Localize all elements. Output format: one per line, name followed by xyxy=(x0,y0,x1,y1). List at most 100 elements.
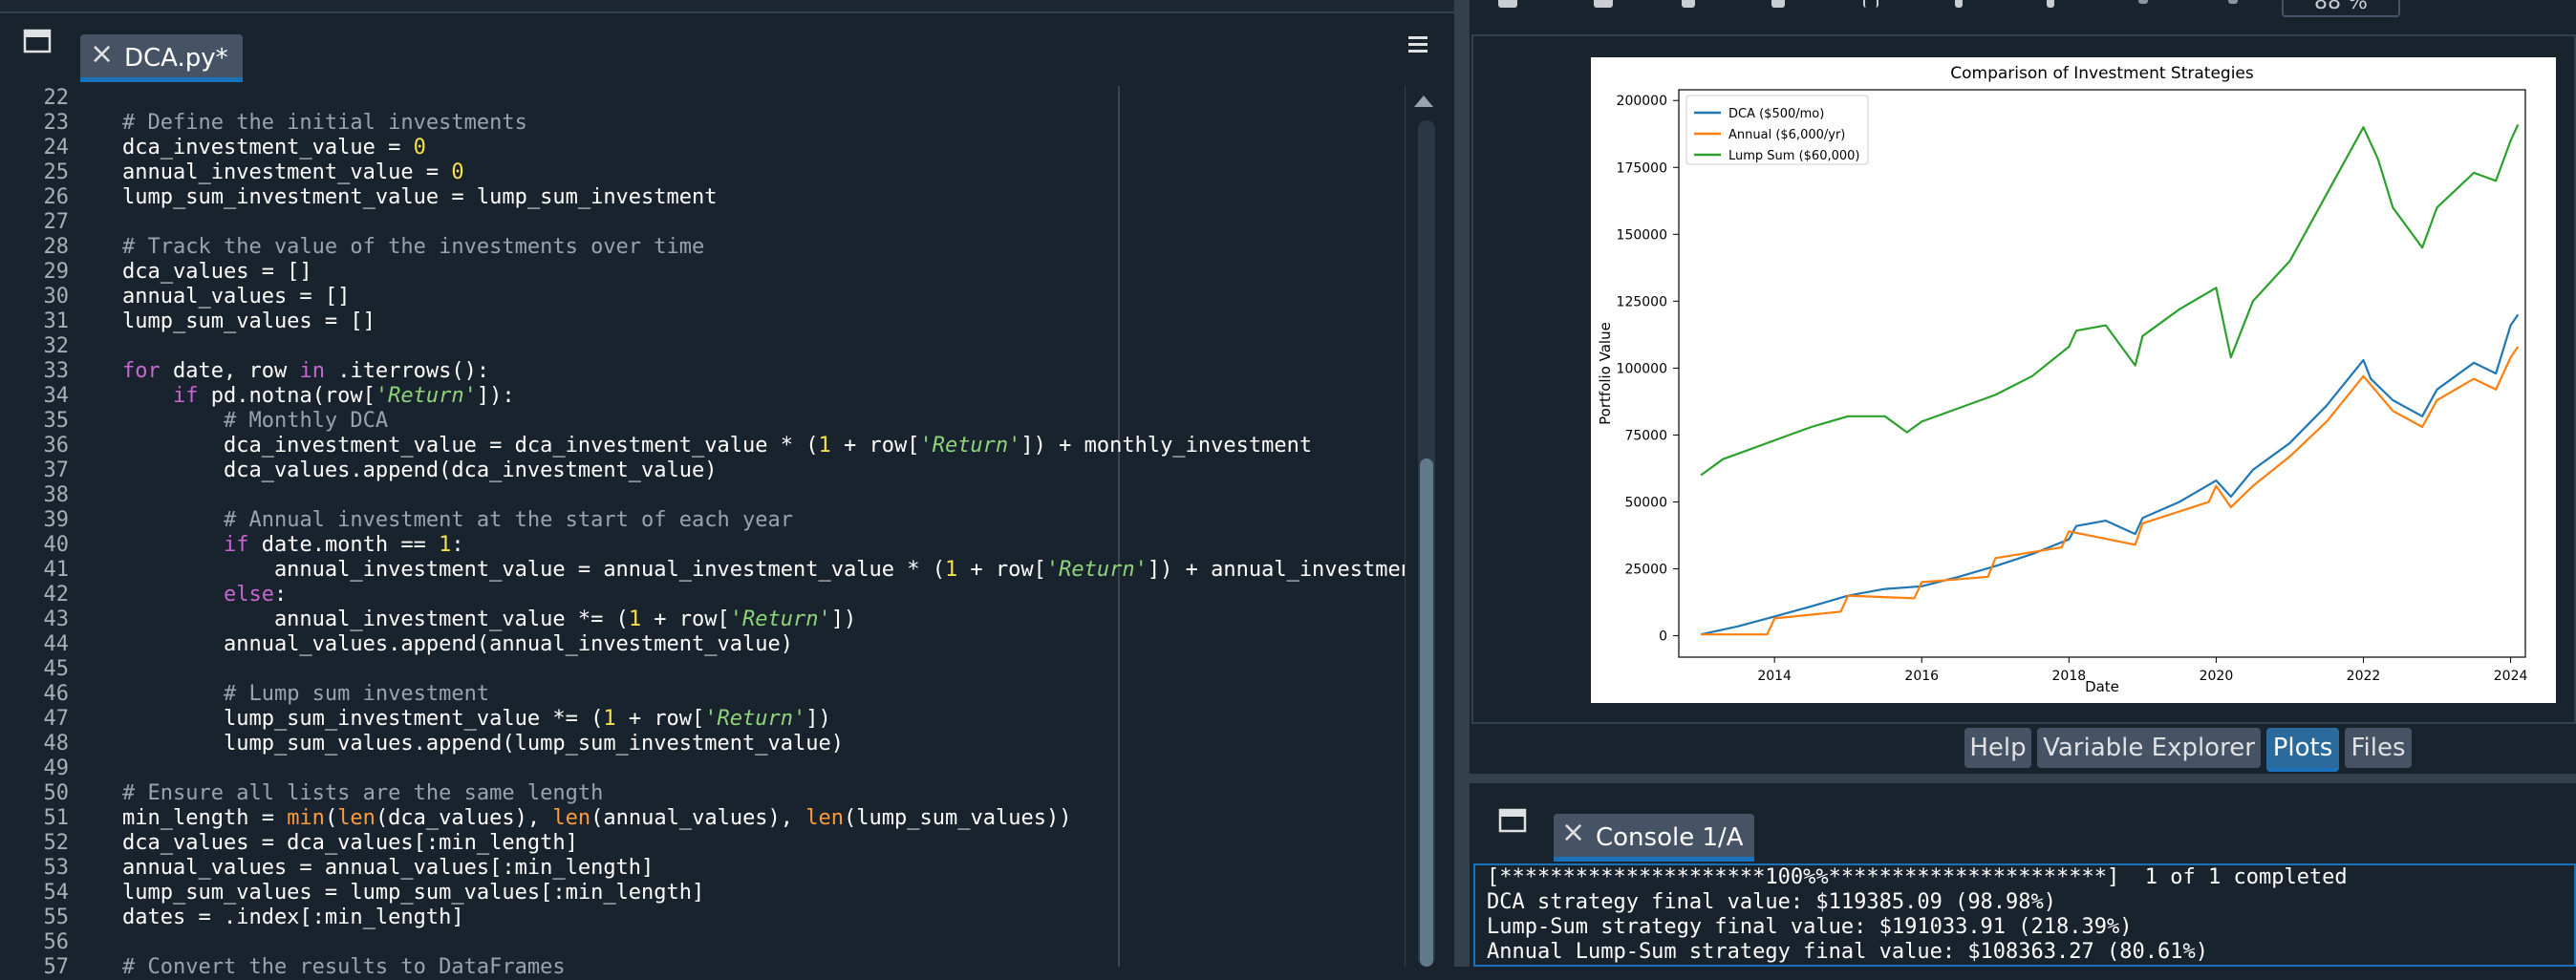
code-line[interactable]: else: xyxy=(122,583,287,607)
code-line[interactable]: # Lump sum investment xyxy=(122,682,489,707)
code-editor[interactable]: 22 23 24 25 26 27 28 29 30 31 32 33 34 35 36 37 38 39 40 41… xyxy=(0,86,1413,979)
code-line[interactable]: lump_sum_values = [] xyxy=(122,309,376,334)
code-line[interactable]: annual_investment_value = 0 xyxy=(122,160,464,185)
series-line-2 xyxy=(1700,123,2520,477)
y-axis-label: Portfolio Value xyxy=(1597,322,1614,425)
line-number: 50 xyxy=(43,781,70,805)
plots-toolbar xyxy=(1470,0,2576,27)
code-line[interactable]: annual_investment_value *= (1 + row['Ret… xyxy=(122,607,856,632)
line-number: 33 xyxy=(43,359,70,383)
zoom-level-field[interactable]: 88 % xyxy=(2282,0,2400,17)
tab-help[interactable]: Help xyxy=(1964,728,2031,768)
line-number: 41 xyxy=(43,558,70,582)
zoom-in-icon[interactable] xyxy=(2228,0,2238,4)
line-number: 48 xyxy=(43,732,70,756)
code-line[interactable]: # Track the value of the investments ove… xyxy=(122,235,704,260)
x-tick-label: 2020 xyxy=(2200,669,2234,684)
code-line[interactable]: # Ensure all lists are the same length xyxy=(122,781,603,806)
line-number: 26 xyxy=(43,185,70,209)
line-number: 40 xyxy=(43,533,70,557)
console-tab[interactable]: × Console 1/A xyxy=(1554,814,1754,862)
console-line: DCA strategy final value: $119385.09 (98… xyxy=(1487,890,2057,914)
legend-entry: DCA ($500/mo) xyxy=(1728,107,1824,121)
series-line-0 xyxy=(1700,313,2520,636)
tab-plots[interactable]: Plots xyxy=(2266,728,2339,772)
code-line[interactable]: annual_investment_value = annual_investm… xyxy=(122,558,1413,583)
edge-line xyxy=(1118,86,1120,967)
save-plot-icon[interactable] xyxy=(1498,0,1517,8)
line-number: 45 xyxy=(43,657,70,681)
line-number: 35 xyxy=(43,409,70,433)
close-tab-icon[interactable]: × xyxy=(90,37,114,71)
previous-plot-icon[interactable] xyxy=(1955,0,1963,8)
editor-tab-label: DCA.py* xyxy=(124,44,228,73)
x-axis-label: Date xyxy=(2085,678,2119,695)
editor-tab-dca-py[interactable]: × DCA.py* xyxy=(80,34,243,82)
line-number: 57 xyxy=(43,955,70,979)
line-number: 36 xyxy=(43,434,70,458)
y-tick-label: 200000 xyxy=(1617,94,1667,109)
code-line[interactable]: min_length = min(len(dca_values), len(an… xyxy=(122,806,1071,831)
code-line[interactable]: if date.month == 1: xyxy=(122,533,464,558)
undock-pane-icon[interactable] xyxy=(23,29,52,53)
line-number: 30 xyxy=(43,285,70,309)
code-line[interactable]: # Monthly DCA xyxy=(122,409,388,434)
remove-all-plots-icon[interactable] xyxy=(1863,0,1878,8)
next-plot-icon[interactable] xyxy=(2047,0,2054,8)
line-number-gutter: 22 23 24 25 26 27 28 29 30 31 32 33 34 35 36 37 38 39 40 41… xyxy=(0,86,96,979)
console-undock-icon[interactable] xyxy=(1498,808,1527,833)
plot-figure[interactable]: Comparison of Investment Strategies Date P… xyxy=(1591,57,2556,703)
line-number: 46 xyxy=(43,682,70,706)
line-number: 22 xyxy=(43,86,70,110)
code-line[interactable]: for date, row in .iterrows(): xyxy=(122,359,489,384)
tab-variable-explorer[interactable]: Variable Explorer xyxy=(2037,728,2261,768)
scroll-up-arrow-icon[interactable] xyxy=(1414,96,1433,107)
code-line[interactable]: annual_values.append(annual_investment_v… xyxy=(122,632,793,657)
y-tick-label: 25000 xyxy=(1624,563,1667,578)
x-tick-label: 2016 xyxy=(1904,669,1939,684)
line-number: 42 xyxy=(43,583,70,607)
pane-splitter[interactable] xyxy=(1454,0,1470,967)
code-line[interactable]: # Convert the results to DataFrames xyxy=(122,955,566,980)
code-line[interactable]: dca_investment_value = dca_investment_va… xyxy=(122,434,1312,458)
code-line[interactable]: annual_values = [] xyxy=(122,285,350,309)
line-number: 24 xyxy=(43,136,70,160)
code-line[interactable]: lump_sum_values.append(lump_sum_investme… xyxy=(122,732,844,756)
line-number: 49 xyxy=(43,756,70,780)
line-number: 23 xyxy=(43,111,70,135)
horizontal-splitter[interactable] xyxy=(1470,774,2576,783)
code-line[interactable]: # Define the initial investments xyxy=(122,111,527,136)
code-line[interactable]: if pd.notna(row['Return']): xyxy=(122,384,515,409)
line-number: 38 xyxy=(43,483,70,507)
y-tick-label: 50000 xyxy=(1624,495,1667,510)
console-output[interactable]: [*********************100%%*************… xyxy=(1473,863,2576,967)
code-line[interactable]: lump_sum_investment_value = lump_sum_inv… xyxy=(122,185,718,210)
x-tick-label: 2022 xyxy=(2347,669,2381,684)
plot-axes-frame xyxy=(1678,89,2526,658)
code-line[interactable]: dates = .index[:min_length] xyxy=(122,905,464,930)
code-line[interactable]: dca_investment_value = 0 xyxy=(122,136,426,160)
line-number: 25 xyxy=(43,160,70,184)
remove-plot-icon[interactable] xyxy=(1771,0,1785,8)
copy-plot-icon[interactable] xyxy=(1682,0,1695,8)
code-line[interactable]: # Annual investment at the start of each… xyxy=(122,508,793,533)
tab-files[interactable]: Files xyxy=(2345,728,2412,768)
zoom-out-icon[interactable] xyxy=(2138,0,2148,4)
save-all-plots-icon[interactable] xyxy=(1594,0,1613,8)
code-line[interactable]: dca_values.append(dca_investment_value) xyxy=(122,458,718,483)
y-tick-label: 75000 xyxy=(1624,428,1667,443)
code-line[interactable]: dca_values = [] xyxy=(122,260,312,285)
code-line[interactable]: annual_values = annual_values[:min_lengt… xyxy=(122,856,654,881)
x-tick-label: 2014 xyxy=(1757,669,1792,684)
close-console-icon[interactable]: × xyxy=(1561,816,1585,849)
line-number: 56 xyxy=(43,930,70,954)
scrollbar-thumb[interactable] xyxy=(1420,458,1433,967)
line-number: 52 xyxy=(43,831,70,855)
line-number: 47 xyxy=(43,707,70,731)
code-line[interactable]: lump_sum_values = lump_sum_values[:min_l… xyxy=(122,881,704,905)
code-line[interactable]: lump_sum_investment_value *= (1 + row['R… xyxy=(122,707,831,732)
hamburger-menu-icon[interactable] xyxy=(1405,32,1431,55)
code-line[interactable]: dca_values = dca_values[:min_length] xyxy=(122,831,578,856)
pane-tabs: Help Variable Explorer Plots Files xyxy=(1470,728,2576,772)
line-chart: Comparison of Investment Strategies Date P… xyxy=(1597,64,2527,695)
